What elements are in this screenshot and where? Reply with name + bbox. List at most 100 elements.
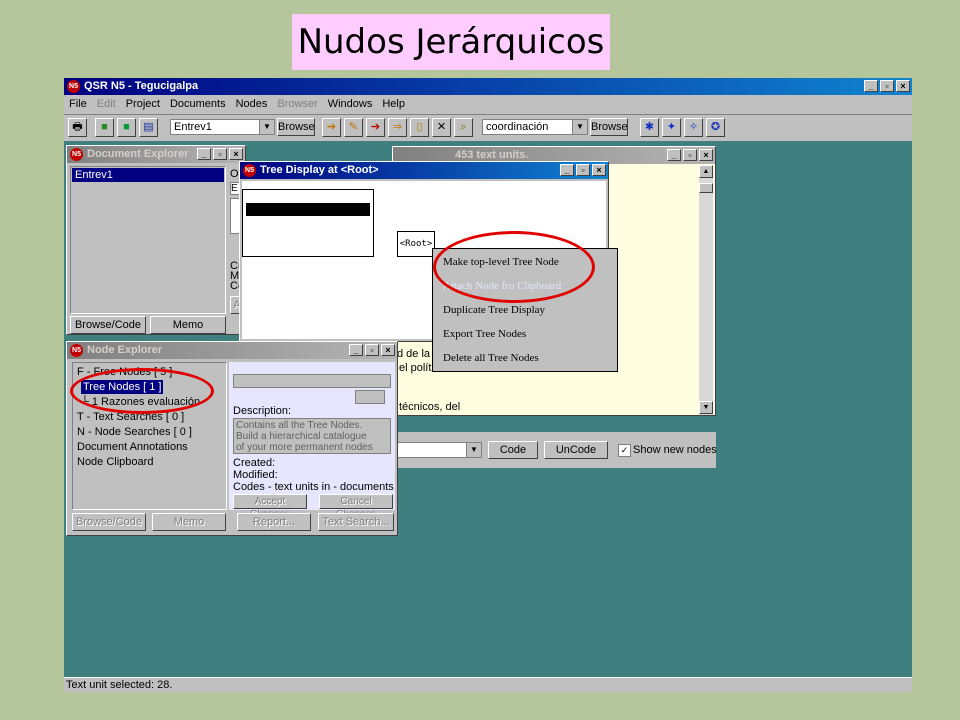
menu-duplicate-tree-display[interactable]: Duplicate Tree Display xyxy=(443,304,545,316)
doc-import-icon[interactable]: ➔ xyxy=(366,118,385,137)
document-green-icon[interactable]: ■ xyxy=(117,118,136,137)
doc-edit-icon[interactable]: ✎ xyxy=(344,118,363,137)
node-memo-button[interactable]: Memo xyxy=(152,513,226,531)
created-label: Created: xyxy=(233,457,276,469)
tree-display-title: Tree Display at <Root> xyxy=(260,164,379,176)
scroll-down-icon[interactable]: ▼ xyxy=(699,401,713,414)
tree-minimize-button[interactable]: _ xyxy=(560,164,574,176)
document-text-line: el polít xyxy=(399,362,432,374)
browse-code-button[interactable]: Browse/Code xyxy=(70,316,146,334)
highlight-ring-menu xyxy=(433,231,595,303)
tree-overview-bar xyxy=(246,203,370,216)
menu-browser[interactable]: Browser xyxy=(272,96,322,113)
node-combo[interactable]: coordinación ▼ xyxy=(482,119,588,135)
menu-windows[interactable]: Windows xyxy=(323,96,378,113)
doc-explorer-minimize-button[interactable]: _ xyxy=(197,148,211,160)
doc-arrow-icon[interactable]: ➔ xyxy=(322,118,341,137)
document-text-line: técnicos, del xyxy=(399,401,461,413)
document-text-line: d de la xyxy=(397,348,431,360)
slide-title: Nudos Jerárquicos xyxy=(292,14,610,70)
doc-open-icon[interactable]: ▯ xyxy=(410,118,429,137)
node-number-field[interactable] xyxy=(355,390,385,404)
list-item[interactable]: Document Annotations xyxy=(77,440,188,454)
list-item[interactable]: Entrev1 xyxy=(72,168,224,182)
node-icon[interactable]: ✱ xyxy=(640,118,659,137)
node-restore-button[interactable]: ▫ xyxy=(365,344,379,356)
scroll-thumb[interactable] xyxy=(699,183,713,193)
tree-overview-box xyxy=(242,189,374,257)
status-text: Text unit selected: 28. xyxy=(66,679,173,691)
highlight-ring-tree-nodes xyxy=(70,368,214,414)
doc-browser-restore-button[interactable]: ▫ xyxy=(683,149,697,161)
document-scrollbar[interactable]: ▲ ▼ xyxy=(699,165,713,415)
node-close-button[interactable]: × xyxy=(381,344,395,356)
qsr-logo-icon: N5 xyxy=(67,80,80,93)
tree-display-titlebar[interactable]: N5 Tree Display at <Root> _ ▫ × xyxy=(240,162,608,179)
menu-file[interactable]: File xyxy=(64,96,92,113)
document-explorer-title: Document Explorer xyxy=(87,148,189,160)
restore-button[interactable]: ▫ xyxy=(880,80,894,92)
node-explorer-titlebar[interactable]: N5 Node Explorer _ ▫ × xyxy=(67,342,397,359)
node-search-icon[interactable]: ✪ xyxy=(706,118,725,137)
uncode-button[interactable]: UnCode xyxy=(544,441,608,459)
node-report-button[interactable]: Report... xyxy=(237,513,311,531)
description-label: Description: xyxy=(233,405,292,417)
clipboard-icon[interactable]: ▤ xyxy=(139,118,158,137)
list-item[interactable]: Node Clipboard xyxy=(77,455,153,469)
accept-changes-button[interactable]: Accept Changes xyxy=(233,494,307,520)
doc-explorer-close-button[interactable]: × xyxy=(229,148,243,160)
close-button[interactable]: × xyxy=(896,80,910,92)
node-browse-code-button[interactable]: Browse/Code xyxy=(72,513,146,531)
memo-button[interactable]: Memo xyxy=(150,316,226,334)
document-icon[interactable]: ■ xyxy=(95,118,114,137)
show-new-nodes-label: Show new nodes xyxy=(633,444,717,456)
node-tree-icon[interactable]: ✦ xyxy=(662,118,681,137)
document-explorer-titlebar[interactable]: N5 Document Explorer _ ▫ × xyxy=(67,146,245,163)
menubar: File Edit Project Documents Nodes Browse… xyxy=(64,96,912,113)
tree-close-button[interactable]: × xyxy=(592,164,606,176)
description-field[interactable]: Contains all the Tree Nodes. Build a hie… xyxy=(233,418,391,454)
node-edit-icon[interactable]: ✧ xyxy=(684,118,703,137)
doc-delete-icon[interactable]: ✕ xyxy=(432,118,451,137)
menu-export-tree-nodes[interactable]: Export Tree Nodes xyxy=(443,328,526,340)
menu-nodes[interactable]: Nodes xyxy=(231,96,273,113)
doc-export-icon[interactable]: ⇒ xyxy=(388,118,407,137)
document-explorer-window: N5 Document Explorer _ ▫ × Entrev1 Or E … xyxy=(66,145,246,335)
scroll-up-icon[interactable]: ▲ xyxy=(699,165,713,178)
node-text-search-button[interactable]: Text Search... xyxy=(318,513,394,531)
qsr-logo-icon: N5 xyxy=(70,148,83,161)
browse-document-button[interactable]: Browse xyxy=(277,118,315,136)
doc-browser-close-button[interactable]: × xyxy=(699,149,713,161)
code-button[interactable]: Code xyxy=(488,441,538,459)
toolbar: 🖶 ■ ■ ▤ Entrev1 ▼ Browse ➔ ✎ ➔ ⇒ ▯ ✕ ⌕ co… xyxy=(64,114,912,142)
menu-delete-all-tree-nodes[interactable]: Delete all Tree Nodes xyxy=(443,352,539,364)
show-new-nodes-checkbox[interactable]: ✓ xyxy=(618,444,631,457)
menu-documents[interactable]: Documents xyxy=(165,96,231,113)
doc-explorer-restore-button[interactable]: ▫ xyxy=(213,148,227,160)
menu-edit[interactable]: Edit xyxy=(92,96,121,113)
modified-label: Modified: xyxy=(233,469,278,481)
node-properties-panel: Description: Contains all the Tree Nodes… xyxy=(229,362,395,520)
menu-help[interactable]: Help xyxy=(377,96,410,113)
document-combo[interactable]: Entrev1 ▼ xyxy=(170,119,275,135)
tree-restore-button[interactable]: ▫ xyxy=(576,164,590,176)
doc-browser-minimize-button[interactable]: _ xyxy=(667,149,681,161)
print-icon[interactable]: 🖶 xyxy=(68,118,87,137)
codes-label: Codes - text units in - documents xyxy=(233,481,394,493)
app-titlebar[interactable]: N5 QSR N5 - Tegucigalpa _ ▫ × xyxy=(64,78,912,95)
status-bar: Text unit selected: 28. xyxy=(64,677,912,693)
document-browser-panel: ▼ Code UnCode ✓ Show new nodes xyxy=(392,432,717,468)
browse-node-button[interactable]: Browse xyxy=(590,118,628,136)
document-list[interactable]: Entrev1 xyxy=(70,166,226,314)
list-item[interactable]: N - Node Searches [ 0 ] xyxy=(77,425,192,439)
doc-search-icon[interactable]: ⌕ xyxy=(454,118,473,137)
code-node-combo[interactable]: ▼ xyxy=(392,442,482,458)
cancel-changes-button[interactable]: Cancel Changes xyxy=(319,494,393,520)
node-title-field[interactable] xyxy=(233,374,391,388)
app-title: QSR N5 - Tegucigalpa xyxy=(84,80,199,92)
menu-project[interactable]: Project xyxy=(121,96,165,113)
root-node[interactable]: <Root> xyxy=(397,231,435,257)
node-minimize-button[interactable]: _ xyxy=(349,344,363,356)
qsr-logo-icon: N5 xyxy=(70,344,83,357)
minimize-button[interactable]: _ xyxy=(864,80,878,92)
